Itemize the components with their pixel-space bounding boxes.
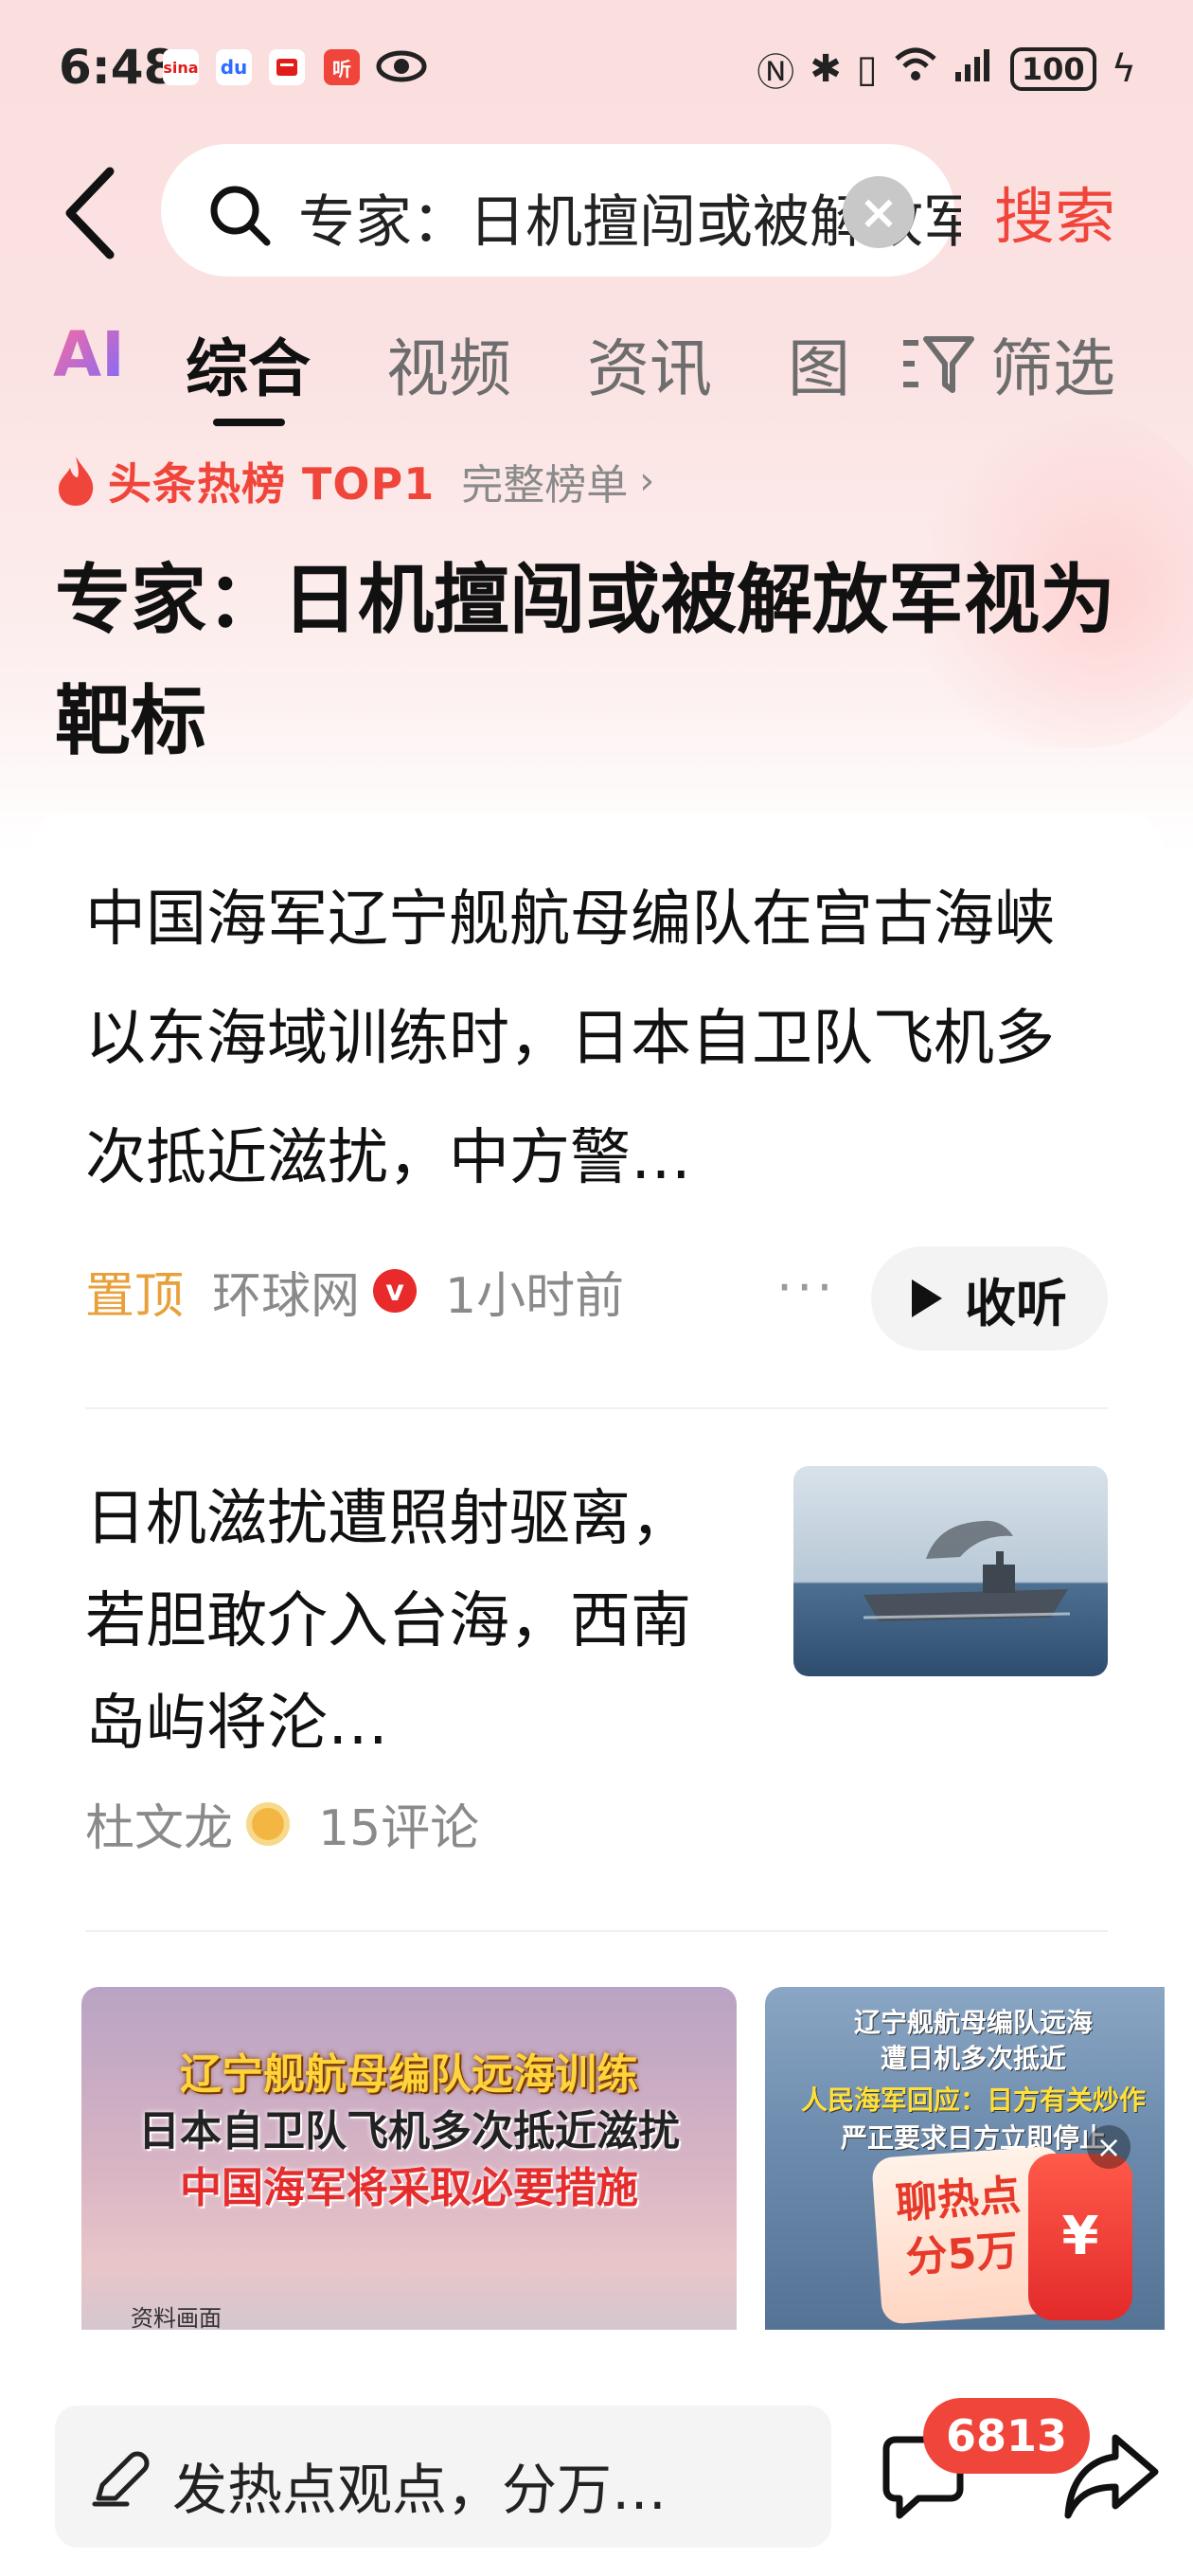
author-name[interactable]: 杜文龙 (85, 1788, 233, 1859)
article-title[interactable]: 日机滋扰遭照射驱离，若胆敢介入台海，西南岛屿将沦… (85, 1468, 748, 1775)
pinned-label: 置顶 (85, 1267, 185, 1325)
active-tab-indicator (213, 419, 285, 426)
charging-icon: ϟ (1111, 47, 1136, 91)
tab-ai[interactable]: AI (53, 318, 125, 391)
chevron-right-icon: › (639, 459, 655, 503)
comment-count: 15评论 (318, 1800, 480, 1857)
wifi-icon (893, 45, 938, 93)
hot-list-banner[interactable]: 头条热榜 TOP1 完整榜单 › (55, 453, 654, 510)
ting-app-icon: 听 (324, 49, 360, 85)
tab-filter[interactable]: 筛选 (990, 318, 1115, 409)
share-icon[interactable] (1060, 2428, 1165, 2523)
divider (85, 1407, 1108, 1409)
tab-general[interactable]: 综合 (186, 318, 311, 409)
video-caption: 人民海军回应：日方有关炒作 (800, 2084, 1146, 2116)
status-bar: 6:48 sina du 听 Ⓝ ✱ ▯ 100 ϟ (0, 0, 1193, 133)
full-list-link[interactable]: 完整榜单 (461, 451, 628, 511)
video-caption: 辽宁舰航母编队远海 (853, 2007, 1093, 2038)
video-tag: 资料画面 (131, 2305, 222, 2332)
promo-line: 分5万 (904, 2226, 1020, 2283)
status-icons: Ⓝ ✱ ▯ 100 ϟ (757, 42, 1136, 97)
back-arrow-icon[interactable] (57, 166, 123, 260)
promo-widget[interactable]: 聊热点 分5万 ¥ × (860, 2114, 1132, 2325)
listen-label: 收听 (965, 1273, 1067, 1333)
bottom-bar: 发热点观点，分万… 6813 (0, 2330, 1193, 2576)
vibrate-icon: ▯ (856, 47, 878, 91)
search-input[interactable]: 专家：日机擅闯或被解放军视为靶标 × (161, 144, 961, 277)
search-icon (206, 182, 273, 248)
author-badge-icon (246, 1801, 291, 1846)
article-meta: 置顶 环球网 v 1小时前 (85, 1256, 625, 1327)
article-source[interactable]: 环球网 (212, 1256, 360, 1327)
tab-news[interactable]: 资讯 (587, 318, 712, 409)
clear-search-button[interactable]: × (843, 176, 915, 248)
search-tabs: AI 综合 视频 资讯 图 筛选 (0, 313, 1193, 426)
battery-indicator: 100 (1009, 47, 1096, 91)
flame-icon (55, 455, 97, 508)
bluetooth-icon: ✱ (810, 47, 842, 91)
close-icon[interactable]: × (1087, 2125, 1131, 2169)
pen-icon (89, 2447, 150, 2508)
promo-text: 聊热点 分5万 (894, 2169, 1026, 2287)
divider (85, 1930, 1108, 1932)
comment-placeholder: 发热点观点，分万… (172, 2458, 668, 2522)
video-caption: 遭日机多次抵近 (880, 2043, 1066, 2074)
news-app-icon (269, 49, 305, 85)
more-options-icon[interactable]: ··· (776, 1258, 837, 1317)
video-caption: 中国海军将采取必要措施 (180, 2164, 638, 2212)
video-caption: 日本自卫队飞机多次抵近滋扰 (138, 2107, 680, 2156)
topic-title: 专家：日机擅闯或被解放军视为靶标 (55, 556, 1115, 765)
signal-icon (953, 45, 995, 93)
baidu-app-icon: du (216, 49, 252, 85)
tab-video[interactable]: 视频 (386, 318, 511, 409)
tab-images[interactable]: 图 (788, 318, 850, 409)
video-caption: 辽宁舰航母编队远海训练 (180, 2050, 638, 2099)
nfc-icon: Ⓝ (757, 51, 795, 95)
hot-list-label: 头条热榜 TOP1 (108, 458, 436, 510)
yuan-icon: ¥ (1028, 2154, 1132, 2320)
listen-button[interactable]: 收听 (871, 1246, 1108, 1351)
article-time: 1小时前 (445, 1267, 625, 1325)
article-title[interactable]: 中国海军辽宁舰航母编队在宫古海峡以东海域训练时，日本自卫队飞机多次抵近滋扰，中方… (85, 860, 1108, 1218)
video-thumbnail[interactable]: 辽宁舰航母编队远海训练 日本自卫队飞机多次抵近滋扰 中国海军将采取必要措施 资料… (81, 1987, 737, 2385)
play-icon (912, 1279, 942, 1317)
status-time: 6:48 (59, 40, 177, 95)
eye-icon (375, 47, 428, 89)
article-thumbnail[interactable] (793, 1466, 1108, 1676)
comment-input[interactable]: 发热点观点，分万… (55, 2406, 831, 2548)
search-button[interactable]: 搜索 (994, 169, 1115, 256)
promo-line: 聊热点 (894, 2171, 1023, 2228)
verified-badge-icon: v (373, 1269, 418, 1313)
filter-icon[interactable] (899, 331, 975, 398)
article-meta: 杜文龙 15评论 (85, 1788, 479, 1859)
sina-app-icon: sina (163, 49, 199, 85)
